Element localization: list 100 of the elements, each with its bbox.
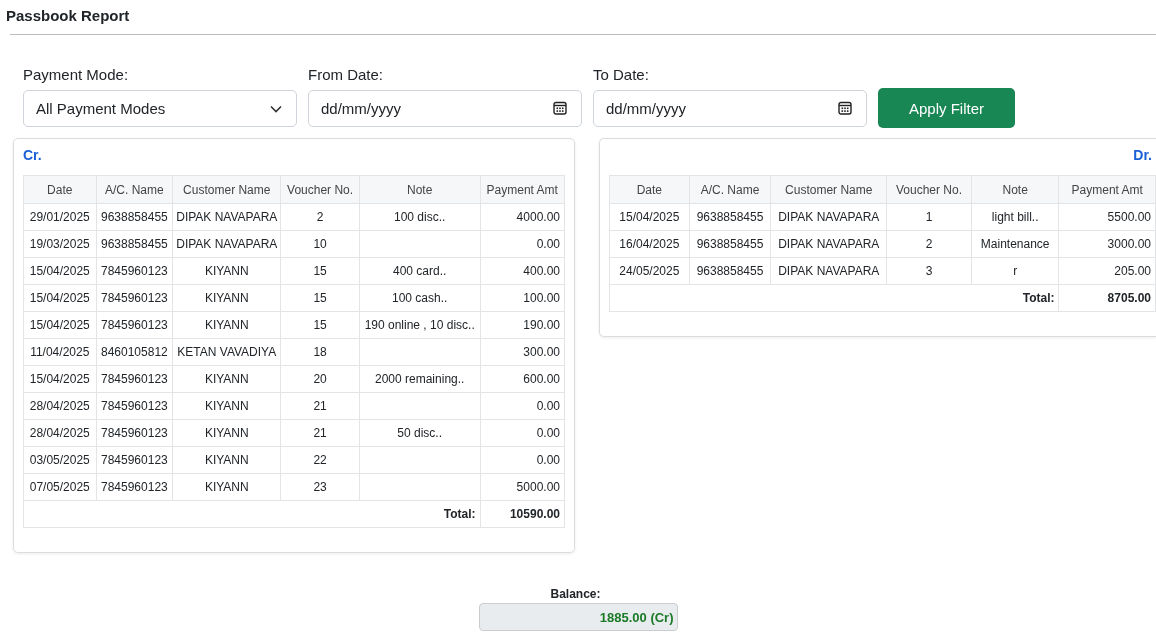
column-header: Date [23,175,96,204]
table-cell: 22 [280,446,360,474]
table-cell: 8460105812 [96,338,173,366]
table-cell: KIYANN [172,473,281,501]
table-cell: 3000.00 [1059,230,1156,258]
table-cell: 15 [280,311,360,339]
page-title: Passbook Report [5,6,131,25]
to-date-label: To Date: [593,66,650,84]
table-cell: 23 [280,473,360,501]
table-cell: 29/01/2025 [23,203,96,231]
table-cell: 5000.00 [480,473,565,501]
table-cell: 2 [280,203,360,231]
table-cell: KETAN VAVADIYA [172,338,281,366]
table-cell: 21 [280,419,360,447]
total-label: Total: [23,500,481,528]
table-cell: r [971,257,1059,285]
table-cell: 7845960123 [96,365,173,393]
table-cell: 7845960123 [96,419,173,447]
column-header: Payment Amt [1059,175,1156,204]
table-cell: 0.00 [480,230,565,258]
column-header: Voucher No. [280,175,360,204]
table-cell: 190.00 [480,311,565,339]
balance-field: 1885.00 (Cr) [478,603,678,631]
ledger-title: Cr. [23,147,43,165]
table-cell: 300.00 [480,338,565,366]
table-cell: KIYANN [172,392,281,420]
table-cell: 600.00 [480,365,565,393]
column-header: Note [971,175,1059,204]
table-cell: KIYANN [172,311,281,339]
table-cell: 3 [886,257,972,285]
column-header: Voucher No. [886,175,972,204]
table-cell: 1 [886,203,972,231]
column-header: A/C. Name [96,175,173,204]
table-cell: 15/04/2025 [23,365,96,393]
table-cell: 400 card.. [359,257,481,285]
table-cell: DIPAK NAVAPARA [172,230,281,258]
table-cell: 15 [280,257,360,285]
table-cell: 15/04/2025 [23,284,96,312]
table-cell: 15/04/2025 [23,311,96,339]
ledger-title: Dr. [1132,147,1153,165]
total-amount: 8705.00 [1059,284,1156,312]
table-cell: 190 online , 10 disc.. [359,311,481,339]
table-cell: 4000.00 [480,203,565,231]
table-cell: 0.00 [480,446,565,474]
column-header: Payment Amt [480,175,565,204]
table-cell: 28/04/2025 [23,419,96,447]
table-cell: 9638858455 [689,203,771,231]
table-cell: 15/04/2025 [23,257,96,285]
table-cell: 20 [280,365,360,393]
table-cell: 19/03/2025 [23,230,96,258]
table-cell: 7845960123 [96,446,173,474]
column-header: Note [359,175,481,204]
table-cell: 5500.00 [1059,203,1156,231]
table-cell: 16/04/2025 [609,230,690,258]
total-amount: 10590.00 [480,500,565,528]
table-cell: DIPAK NAVAPARA [172,203,281,231]
table-cell: 2 [886,230,972,258]
table-cell: 0.00 [480,392,565,420]
table-cell: 100 disc.. [359,203,481,231]
table-cell: 11/04/2025 [23,338,96,366]
table-cell: KIYANN [172,419,281,447]
payment-mode-label: Payment Mode: [23,66,130,84]
table-cell: 9638858455 [689,257,771,285]
table-cell: 9638858455 [96,230,173,258]
table-cell: 100 cash.. [359,284,481,312]
table-cell: 10 [280,230,360,258]
table-cell: 03/05/2025 [23,446,96,474]
table-cell: 24/05/2025 [609,257,690,285]
table-cell: 7845960123 [96,257,173,285]
calendar-icon[interactable] [838,101,852,115]
table-cell: KIYANN [172,284,281,312]
table-cell: 21 [280,392,360,420]
table-cell: 7845960123 [96,284,173,312]
table-cell: KIYANN [172,365,281,393]
column-header: Customer Name [770,175,887,204]
column-header: Customer Name [172,175,281,204]
payment-mode-select[interactable]: All Payment Modes [23,90,297,127]
column-header: Date [609,175,690,204]
total-label: Total: [609,284,1059,312]
table-cell: DIPAK NAVAPARA [770,230,887,258]
apply-filter-button[interactable]: Apply Filter [878,88,1015,128]
table-cell: 15 [280,284,360,312]
table-cell: 0.00 [480,419,565,447]
from-date-label: From Date: [308,66,384,84]
table-cell: 7845960123 [96,392,173,420]
table-cell: 7845960123 [96,311,173,339]
to-date-field[interactable]: dd/mm/yyyy [593,90,867,127]
from-date-field[interactable]: dd/mm/yyyy [308,90,582,127]
table-cell: 15/04/2025 [609,203,690,231]
calendar-icon[interactable] [553,101,567,115]
column-header: A/C. Name [689,175,771,204]
table-cell: KIYANN [172,257,281,285]
table-cell: 205.00 [1059,257,1156,285]
chevron-down-icon [270,104,282,113]
table-cell: 2000 remaining.. [359,365,481,393]
balance-label: Balance: [550,587,601,601]
table-cell: DIPAK NAVAPARA [770,203,887,231]
table-cell: DIPAK NAVAPARA [770,257,887,285]
table-cell: KIYANN [172,446,281,474]
table-cell: 9638858455 [689,230,771,258]
